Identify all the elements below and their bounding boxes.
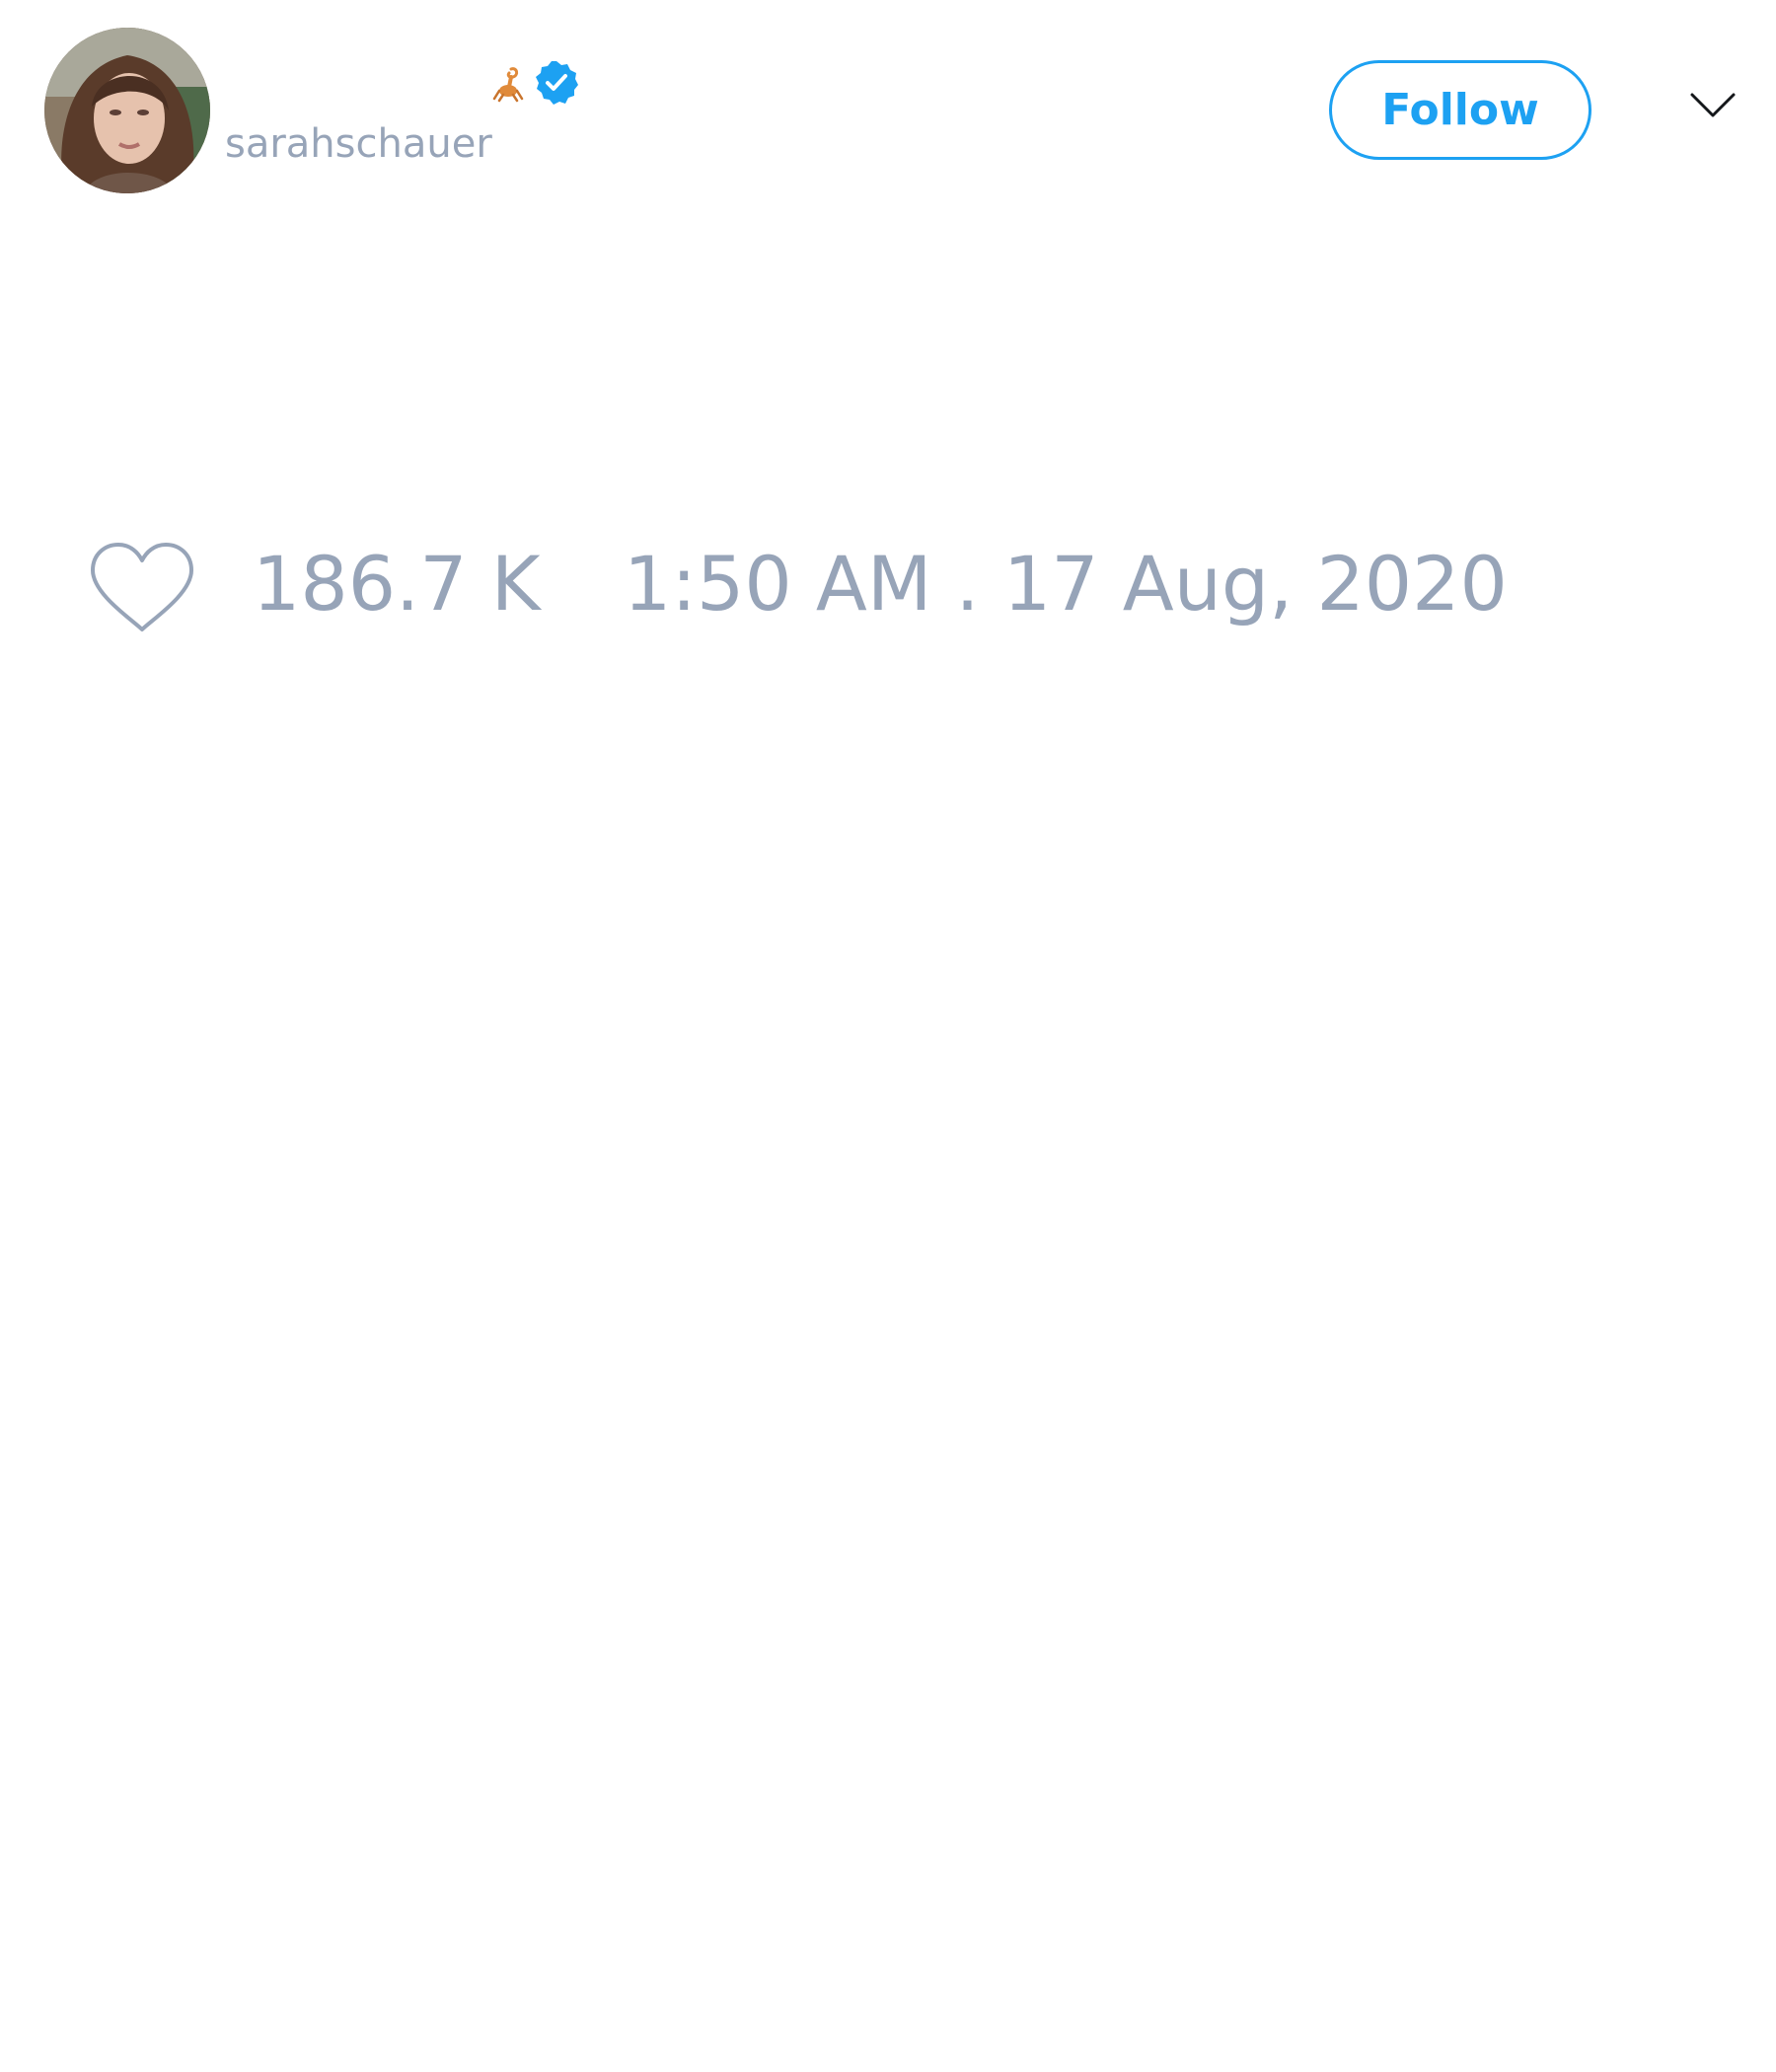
follow-button[interactable]: Follow (1329, 60, 1591, 160)
tweet-timestamp[interactable]: 1:50 AM . 17 Aug, 2020 (624, 547, 1508, 622)
author-handle[interactable]: sarahschauer (225, 124, 492, 164)
avatar[interactable] (44, 28, 210, 193)
avatar-photo (44, 28, 210, 193)
author-name-row (225, 55, 580, 111)
verified-badge-icon (533, 59, 580, 107)
chevron-down-icon[interactable] (1689, 91, 1737, 120)
scorpion-emoji-icon (491, 63, 525, 103)
likes-count: 186.7 K (253, 540, 541, 628)
heart-outline-icon[interactable] (89, 541, 195, 635)
